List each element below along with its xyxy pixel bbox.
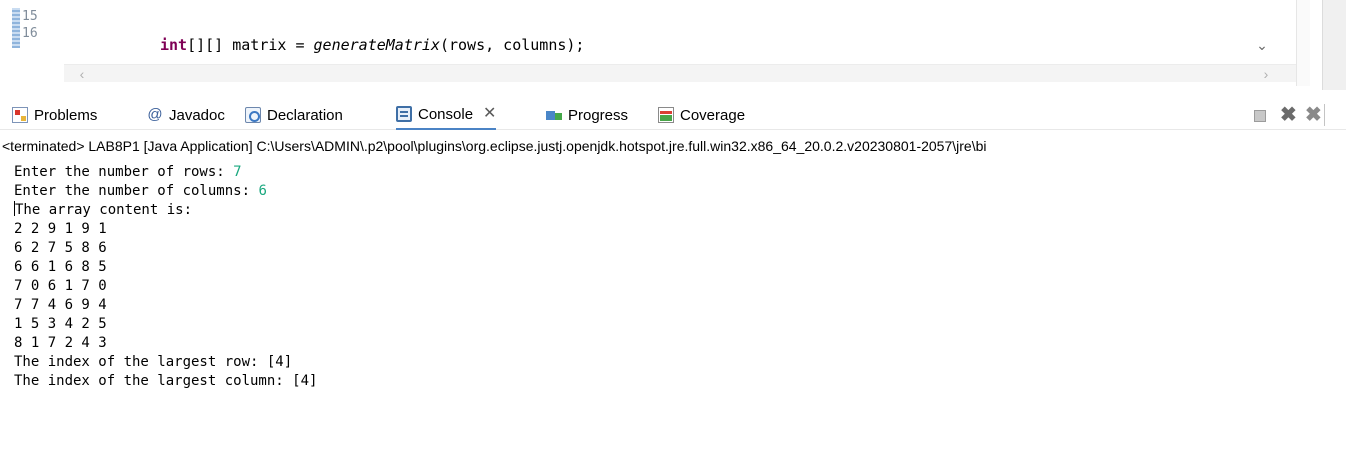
matrix-row: 7 0 6 1 7 0 xyxy=(14,278,107,294)
line-number: 15 xyxy=(22,9,38,24)
output-text: The index of the largest column: [4] xyxy=(14,373,318,389)
remove-all-icon[interactable]: ✖ xyxy=(1305,105,1322,125)
tab-console[interactable]: Console ✕ xyxy=(396,100,497,130)
tab-progress[interactable]: Progress xyxy=(546,100,628,130)
coverage-icon xyxy=(658,107,674,123)
matrix-row: 6 2 7 5 8 6 xyxy=(14,240,107,256)
code-text: matrix = xyxy=(223,36,314,54)
tab-label: Coverage xyxy=(680,106,746,124)
code-line[interactable]: int[][] matrix = generateMatrix(rows, co… xyxy=(160,36,584,54)
problems-icon xyxy=(12,107,28,123)
progress-icon xyxy=(546,107,562,123)
console-output[interactable]: Enter the number of rows: 7 Enter the nu… xyxy=(14,163,1334,391)
matrix-row: 8 1 7 2 4 3 xyxy=(14,335,107,351)
console-process-label: <terminated> LAB8P1 [Java Application] C… xyxy=(2,138,987,154)
prompt-text: Enter the number of columns: xyxy=(14,183,259,199)
scroll-right-icon[interactable]: › xyxy=(1258,65,1274,83)
user-input: 6 xyxy=(258,183,267,199)
remove-launch-icon[interactable]: ✖ xyxy=(1280,105,1297,125)
prompt-text: Enter the number of rows: xyxy=(14,164,234,180)
user-input: 7 xyxy=(233,164,242,180)
code-text: [][] xyxy=(187,36,224,54)
terminate-icon[interactable] xyxy=(1254,110,1266,122)
code-text: (rows, columns); xyxy=(439,36,585,54)
tab-label: Problems xyxy=(34,106,98,124)
tab-label: Progress xyxy=(568,106,629,124)
tab-label: Javadoc xyxy=(169,106,225,124)
horizontal-scrollbar[interactable]: ‹ › xyxy=(64,64,1296,82)
console-line: The array content is: xyxy=(14,201,1334,220)
matrix-row: 1 5 3 4 2 5 xyxy=(14,316,107,332)
tab-label: Console xyxy=(418,105,474,123)
keyword: int xyxy=(160,36,188,54)
javadoc-icon: @ xyxy=(147,106,163,123)
declaration-icon xyxy=(245,107,261,123)
close-icon[interactable]: ✕ xyxy=(483,106,496,122)
scroll-left-icon[interactable]: ‹ xyxy=(74,65,90,83)
view-tab-bar: Problems @ Javadoc Declaration Console ✕… xyxy=(0,100,1346,130)
matrix-row: 6 6 1 6 8 5 xyxy=(14,259,107,275)
code-editor[interactable]: 15 16 int[][] matrix = generateMatrix(ro… xyxy=(0,0,1346,90)
tab-problems[interactable]: Problems xyxy=(12,100,97,130)
chevron-down-icon[interactable]: ⌄ xyxy=(1254,37,1270,53)
console-icon xyxy=(396,106,412,122)
matrix-row: 2 2 9 1 9 1 xyxy=(14,221,107,237)
console-line: Enter the number of columns: 6 xyxy=(14,182,1334,201)
matrix-row: 7 7 4 6 9 4 xyxy=(14,297,107,313)
output-text: The array content is: xyxy=(15,202,193,218)
tab-declaration[interactable]: Declaration xyxy=(245,100,343,130)
tab-label: Declaration xyxy=(267,106,343,124)
line-number: 16 xyxy=(22,26,38,41)
method-name: generateMatrix xyxy=(313,36,440,54)
tab-coverage[interactable]: Coverage xyxy=(658,100,745,130)
vertical-scrollbar[interactable] xyxy=(1296,0,1310,86)
tab-javadoc[interactable]: @ Javadoc xyxy=(147,100,225,130)
toolbar-divider xyxy=(1324,104,1325,126)
output-text: The index of the largest row: [4] xyxy=(14,354,293,370)
console-line: Enter the number of rows: 7 xyxy=(14,163,1334,182)
editor-side-panel xyxy=(1322,0,1346,90)
change-marker xyxy=(12,8,20,48)
